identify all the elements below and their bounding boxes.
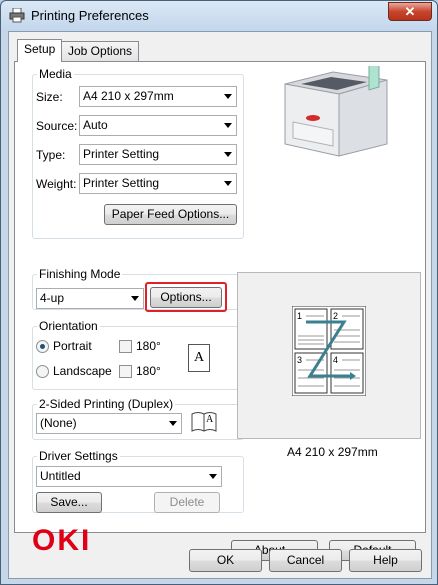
landscape-rotate-label: 180° <box>136 364 161 378</box>
duplex-label: 2-Sided Printing (Duplex) <box>37 397 176 411</box>
save-settings-button[interactable]: Save... <box>36 492 102 513</box>
tab-setup[interactable]: Setup <box>17 39 63 62</box>
chevron-down-icon <box>224 123 232 128</box>
source-label: Source: <box>36 119 78 133</box>
preview-page-number-2: 2 <box>333 311 339 321</box>
weight-dropdown[interactable]: Printer Setting <box>79 173 237 194</box>
chevron-down-icon <box>209 474 217 479</box>
book-glyph: A <box>206 414 214 425</box>
weight-value: Printer Setting <box>83 176 160 190</box>
portrait-radio[interactable] <box>36 340 49 353</box>
printer-icon <box>9 8 25 23</box>
cancel-button[interactable]: Cancel <box>269 549 342 572</box>
landscape-rotate-checkbox[interactable] <box>119 365 132 378</box>
chevron-down-icon <box>224 181 232 186</box>
finishing-mode-dropdown[interactable]: 4-up <box>36 288 144 309</box>
driver-settings-value: Untitled <box>40 469 81 483</box>
landscape-radio[interactable] <box>36 365 49 378</box>
ok-button[interactable]: OK <box>189 549 262 572</box>
printing-preferences-window: Printing Preferences ✕ Setup Job Options… <box>0 0 438 585</box>
preview-paper-size-label: A4 210 x 297mm <box>287 445 378 459</box>
oki-logo: OKI <box>32 524 92 557</box>
driver-settings-dropdown[interactable]: Untitled <box>36 466 222 487</box>
orientation-group <box>32 326 244 390</box>
four-up-preview-graphic <box>292 306 366 396</box>
setup-tab-page: Media Size: A4 210 x 297mm Source: Auto … <box>14 61 426 561</box>
delete-settings-button[interactable]: Delete <box>154 492 220 513</box>
chevron-down-icon <box>131 296 139 301</box>
preview-page-number-1: 1 <box>297 311 303 321</box>
portrait-label: Portrait <box>53 339 92 353</box>
type-dropdown[interactable]: Printer Setting <box>79 144 237 165</box>
size-label: Size: <box>36 90 63 104</box>
type-value: Printer Setting <box>83 147 160 161</box>
title-bar[interactable]: Printing Preferences ✕ <box>1 1 437 31</box>
portrait-rotate-checkbox[interactable] <box>119 340 132 353</box>
window-title: Printing Preferences <box>31 8 149 23</box>
chevron-down-icon <box>169 421 177 426</box>
preview-page-number-4: 4 <box>333 355 339 365</box>
orientation-label: Orientation <box>37 319 100 333</box>
page-orientation-glyph: A <box>193 350 205 365</box>
page-orientation-icon: A <box>188 344 210 372</box>
source-dropdown[interactable]: Auto <box>79 115 237 136</box>
duplex-value: (None) <box>40 416 77 430</box>
close-icon: ✕ <box>404 4 416 19</box>
duplex-dropdown[interactable]: (None) <box>36 413 182 434</box>
type-label: Type: <box>36 148 66 162</box>
preview-page-number-3: 3 <box>297 355 303 365</box>
size-value: A4 210 x 297mm <box>83 89 174 103</box>
source-value: Auto <box>83 118 108 132</box>
media-group-label: Media <box>37 67 74 81</box>
close-button[interactable]: ✕ <box>388 2 432 21</box>
paper-feed-options-button[interactable]: Paper Feed Options... <box>104 204 237 225</box>
finishing-mode-value: 4-up <box>40 291 65 305</box>
weight-label: Weight: <box>36 177 77 191</box>
chevron-down-icon <box>224 152 232 157</box>
tab-job-options[interactable]: Job Options <box>61 41 140 61</box>
driver-settings-label: Driver Settings <box>37 449 120 463</box>
size-dropdown[interactable]: A4 210 x 297mm <box>79 86 237 107</box>
dialog-client-area: Setup Job Options Media Size: A4 210 x 2… <box>8 31 432 579</box>
finishing-options-button[interactable]: Options... <box>150 287 222 308</box>
book-icon: A <box>190 411 218 433</box>
chevron-down-icon <box>224 94 232 99</box>
help-button[interactable]: Help <box>349 549 422 572</box>
finishing-mode-label: Finishing Mode <box>37 267 123 281</box>
layout-preview-panel: 1 2 3 4 <box>237 272 421 439</box>
landscape-label: Landscape <box>53 364 112 378</box>
portrait-rotate-label: 180° <box>136 339 161 353</box>
printer-image <box>284 66 388 157</box>
